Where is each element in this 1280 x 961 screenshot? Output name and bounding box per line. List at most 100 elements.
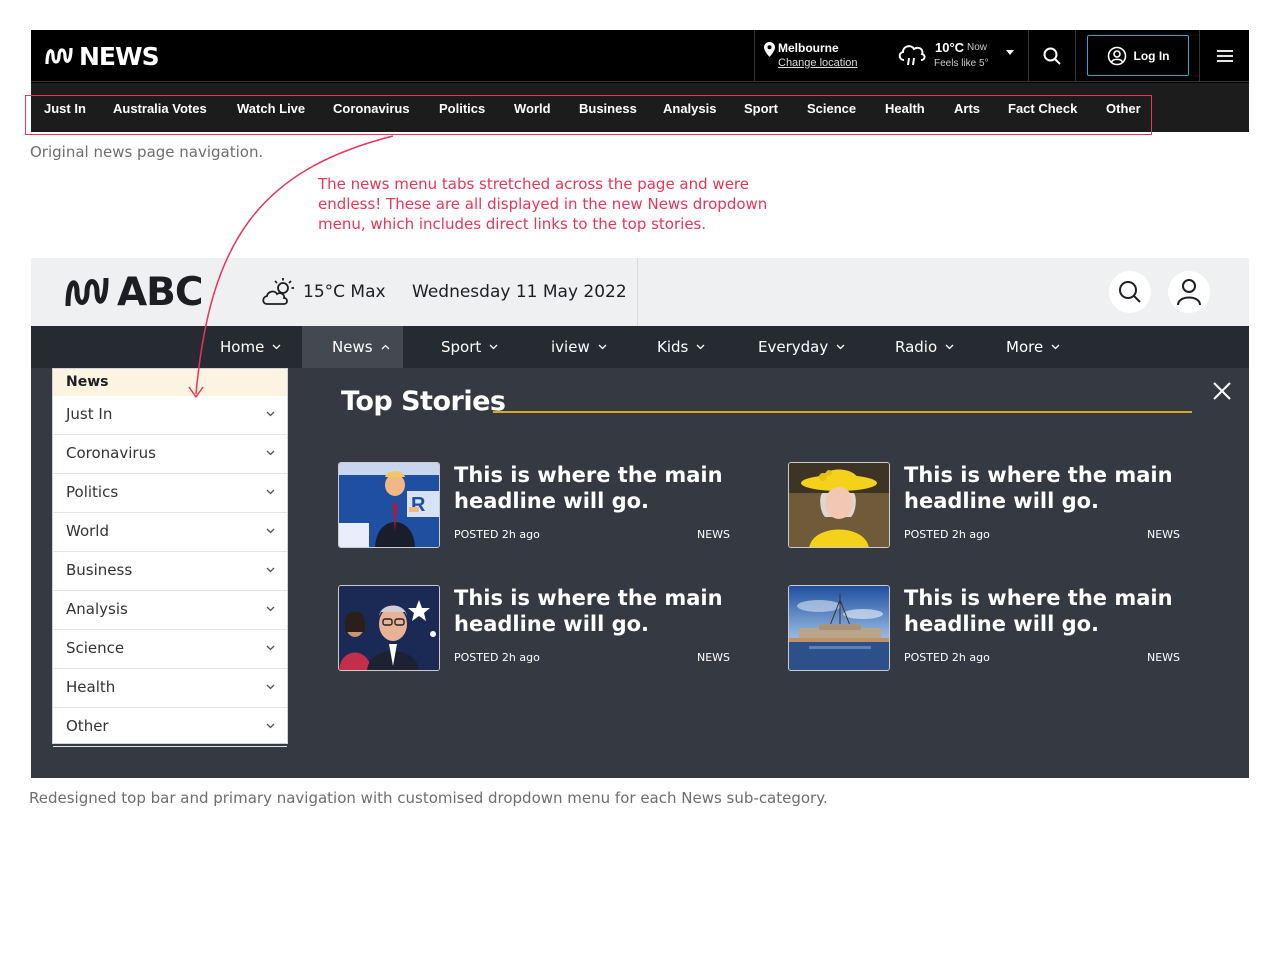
nav-sport[interactable]: Sport bbox=[441, 326, 498, 368]
nav-iview[interactable]: iview bbox=[551, 326, 607, 368]
dropdown-item-label: Business bbox=[66, 561, 133, 579]
partly-cloudy-icon bbox=[262, 278, 294, 305]
login-label: Log In bbox=[1133, 48, 1170, 63]
chevron-down-icon bbox=[266, 606, 275, 612]
nav-kids[interactable]: Kids bbox=[657, 326, 705, 368]
abc-lissajous-icon bbox=[65, 277, 109, 307]
story-posted: POSTED 2h ago bbox=[454, 651, 540, 664]
chevron-down-icon bbox=[266, 684, 275, 690]
location-widget[interactable]: Melbourne Change location bbox=[754, 30, 884, 82]
story-headline[interactable]: This is where the main headline will go. bbox=[454, 585, 744, 637]
dropdown-item-label: Just In bbox=[66, 405, 113, 423]
nav-more[interactable]: More bbox=[1006, 326, 1060, 368]
dropdown-item-label: World bbox=[66, 522, 109, 540]
story-card: This is where the main headline will go.… bbox=[338, 585, 758, 671]
current-temperature: 10°C bbox=[935, 40, 965, 55]
story-thumbnail[interactable]: R bbox=[338, 462, 440, 548]
chevron-down-icon bbox=[266, 450, 275, 456]
story-headline[interactable]: This is where the main headline will go. bbox=[904, 585, 1194, 637]
dropdown-heading: News bbox=[53, 369, 287, 396]
parliament-house-photo bbox=[789, 586, 889, 670]
original-caption: Original news page navigation. bbox=[30, 143, 264, 161]
story-tag[interactable]: NEWS bbox=[697, 528, 730, 541]
redesign-top-bar: ABC 15°C Max Wednesday 11 May 2022 bbox=[31, 258, 1249, 326]
nav-home-label: Home bbox=[220, 338, 265, 356]
story-tag[interactable]: NEWS bbox=[1147, 528, 1180, 541]
redesign-caption: Redesigned top bar and primary navigatio… bbox=[29, 789, 828, 807]
chevron-down-icon bbox=[266, 489, 275, 495]
chevron-down-icon bbox=[489, 344, 498, 350]
dropdown-item-world[interactable]: World bbox=[53, 513, 287, 552]
abc-logo[interactable]: ABC bbox=[64, 269, 204, 315]
chevron-down-icon bbox=[1051, 344, 1060, 350]
abc-news-logo[interactable]: NEWS bbox=[45, 41, 160, 71]
top-bar-divider bbox=[637, 258, 638, 326]
story-headline[interactable]: This is where the main headline will go. bbox=[904, 462, 1194, 514]
story-posted: POSTED 2h ago bbox=[454, 528, 540, 541]
svg-text:R: R bbox=[411, 494, 426, 516]
dropdown-item-health[interactable]: Health bbox=[53, 669, 287, 708]
redesign-nav-bar: Home News Sport iview Kids Everyday Radi… bbox=[31, 326, 1249, 368]
search-button[interactable] bbox=[1109, 271, 1151, 313]
search-button[interactable] bbox=[1028, 30, 1076, 82]
logo-text: NEWS bbox=[79, 41, 160, 71]
nav-sport-label: Sport bbox=[441, 338, 482, 356]
nav-everyday[interactable]: Everyday bbox=[758, 326, 845, 368]
dropdown-item-politics[interactable]: Politics bbox=[53, 474, 287, 513]
news-dropdown: News Just In Coronavirus Politics World … bbox=[52, 368, 288, 747]
top-stories-title: Top Stories bbox=[341, 386, 506, 417]
nav-news[interactable]: News bbox=[302, 326, 403, 368]
dropdown-item-analysis[interactable]: Analysis bbox=[53, 591, 287, 630]
max-temperature: 15°C Max bbox=[303, 282, 386, 302]
nav-home[interactable]: Home bbox=[220, 326, 281, 368]
dropdown-item-other[interactable]: Other bbox=[53, 708, 287, 747]
story-tag[interactable]: NEWS bbox=[1147, 651, 1180, 664]
politician-speaking-photo: R bbox=[339, 463, 439, 547]
story-thumbnail[interactable] bbox=[788, 585, 890, 671]
story-thumbnail[interactable] bbox=[788, 462, 890, 548]
chevron-down-icon bbox=[266, 723, 275, 729]
chevron-down-icon bbox=[272, 344, 281, 350]
politicians-flag-photo bbox=[339, 586, 439, 670]
chevron-down-icon bbox=[598, 344, 607, 350]
chevron-down-icon bbox=[266, 645, 275, 651]
login-button[interactable]: Log In bbox=[1087, 35, 1189, 76]
dropdown-item-label: Science bbox=[66, 639, 125, 657]
hamburger-icon bbox=[1216, 50, 1233, 62]
close-icon[interactable] bbox=[1211, 380, 1233, 402]
dropdown-item-business[interactable]: Business bbox=[53, 552, 287, 591]
weather-widget[interactable]: 10°C Now Feels like 5° bbox=[897, 30, 1027, 82]
chevron-down-icon bbox=[266, 528, 275, 534]
nav-radio[interactable]: Radio bbox=[895, 326, 954, 368]
dropdown-item-label: Other bbox=[66, 717, 109, 735]
dropdown-item-coronavirus[interactable]: Coronavirus bbox=[53, 435, 287, 474]
search-icon bbox=[1119, 281, 1141, 303]
queen-yellow-hat-photo bbox=[789, 463, 889, 547]
hamburger-menu-button[interactable] bbox=[1199, 30, 1249, 82]
highlight-box bbox=[25, 95, 1152, 135]
nav-news-label: News bbox=[332, 338, 373, 356]
feels-like-label: Feels like 5° bbox=[934, 58, 989, 69]
user-icon bbox=[1177, 279, 1201, 306]
nav-radio-label: Radio bbox=[895, 338, 938, 356]
dropdown-item-science[interactable]: Science bbox=[53, 630, 287, 669]
story-tag[interactable]: NEWS bbox=[697, 651, 730, 664]
change-location-link[interactable]: Change location bbox=[778, 57, 858, 69]
dropdown-item-just-in[interactable]: Just In bbox=[53, 396, 287, 435]
chevron-down-icon bbox=[266, 411, 275, 417]
account-button[interactable] bbox=[1168, 271, 1210, 313]
chevron-up-icon bbox=[381, 344, 390, 350]
caret-down-icon[interactable] bbox=[1006, 50, 1014, 55]
story-posted: POSTED 2h ago bbox=[904, 528, 990, 541]
logo-text: ABC bbox=[117, 269, 204, 315]
chevron-down-icon bbox=[266, 567, 275, 573]
story-card: This is where the main headline will go.… bbox=[788, 585, 1208, 671]
search-icon bbox=[1043, 47, 1061, 65]
dropdown-item-label: Politics bbox=[66, 483, 119, 501]
story-thumbnail[interactable] bbox=[338, 585, 440, 671]
chevron-down-icon bbox=[945, 344, 954, 350]
nav-iview-label: iview bbox=[551, 338, 590, 356]
location-pin-icon bbox=[764, 42, 775, 57]
rain-cloud-icon bbox=[898, 45, 926, 66]
story-headline[interactable]: This is where the main headline will go. bbox=[454, 462, 744, 514]
